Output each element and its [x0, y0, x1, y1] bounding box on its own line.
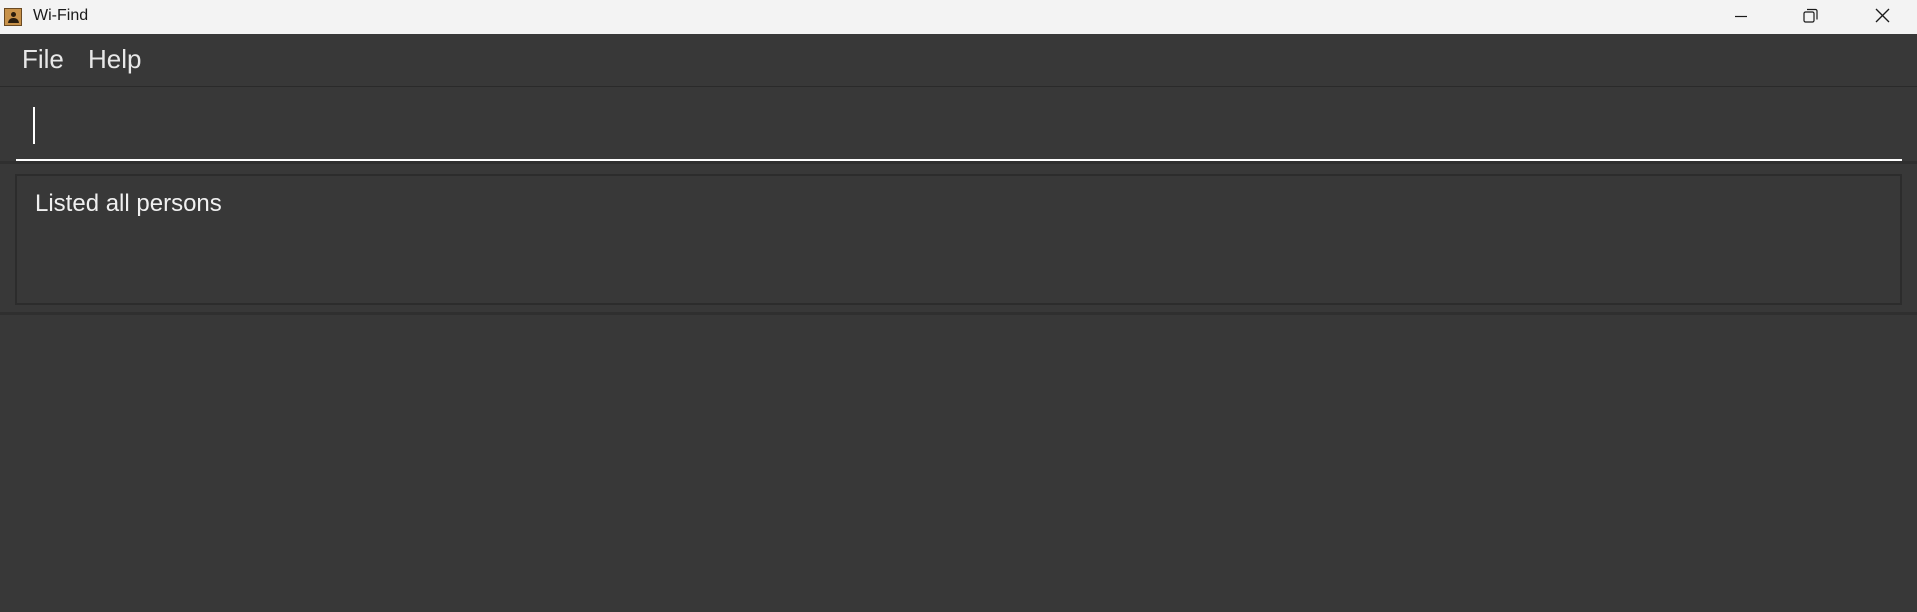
minimize-icon	[1735, 15, 1747, 18]
result-display[interactable]: Listed all persons	[15, 174, 1902, 305]
command-input[interactable]	[16, 96, 1902, 161]
maximize-button[interactable]	[1775, 0, 1843, 34]
menu-help[interactable]: Help	[88, 44, 141, 75]
command-box-pane	[0, 88, 1917, 164]
restore-icon	[1803, 8, 1818, 23]
text-caret	[33, 107, 35, 144]
minimize-button[interactable]	[1707, 0, 1775, 34]
result-message: Listed all persons	[35, 190, 222, 217]
menu-bar: File Help	[0, 34, 1917, 87]
window-title: Wi-Find	[33, 7, 89, 24]
app-window: Wi-Find File Help Listed all persons	[0, 0, 1917, 612]
result-display-pane: Listed all persons	[0, 167, 1917, 315]
close-button[interactable]	[1849, 0, 1917, 34]
person-contact-icon	[4, 8, 22, 26]
menu-file[interactable]: File	[22, 44, 64, 75]
close-icon	[1875, 8, 1890, 23]
person-list-pane[interactable]	[0, 315, 1917, 612]
title-bar[interactable]: Wi-Find	[0, 0, 1917, 34]
